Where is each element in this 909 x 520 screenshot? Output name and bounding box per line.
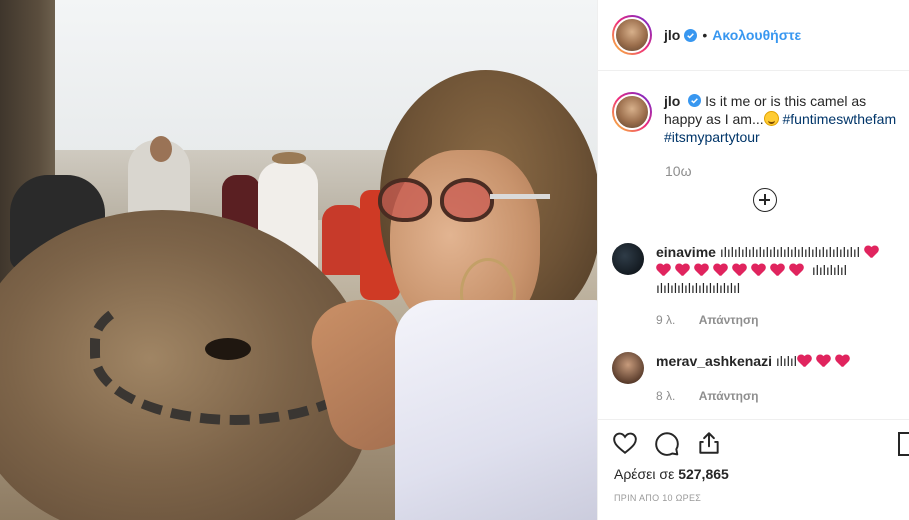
photo-sunglasses-lens [378, 178, 432, 222]
reply-button[interactable]: Απάντηση [699, 389, 759, 403]
post-photo[interactable] [0, 0, 597, 520]
caption-username[interactable]: jlo [664, 93, 680, 109]
action-buttons [612, 430, 722, 456]
comment-meta: 9 λ. Απάντηση [656, 311, 896, 329]
comment-time[interactable]: 9 λ. [656, 313, 675, 327]
follow-button[interactable]: Ακολουθήστε [712, 27, 801, 43]
separator-dot: • [702, 27, 708, 43]
photo-sunglasses [378, 178, 550, 228]
commenter-username[interactable]: einavime [656, 244, 716, 260]
author-avatar-image [614, 17, 650, 53]
comment-item: merav_ashkenazi ılılıl 8 λ. Απάντηση [612, 352, 908, 405]
heart-emoji-icon [751, 264, 766, 277]
comment-item: einavime ılılılılılılılılılılılılılılılı… [612, 243, 908, 329]
comment-body: merav_ashkenazi ılılıl 8 λ. Απάντηση [656, 352, 896, 405]
verified-badge-icon [684, 28, 698, 42]
likes-count: 527,865 [678, 466, 729, 482]
post-caption: jlo Is it me or is this camel as happy a… [612, 92, 908, 146]
post-side-panel: jlo • Ακολουθήστε jlo Is it me or is thi… [597, 0, 909, 520]
post-timestamp[interactable]: ΠΡΙΝ ΑΠΟ 10 ΩΡΕΣ [614, 493, 701, 503]
reply-button[interactable]: Απάντηση [699, 313, 759, 327]
heart-emoji-icon [770, 264, 785, 277]
commenter-username[interactable]: merav_ashkenazi [656, 353, 772, 369]
heart-emoji-icon [797, 355, 812, 368]
bookmark-icon[interactable] [898, 432, 909, 456]
heart-emoji-icon [694, 264, 709, 277]
verified-badge-icon [688, 94, 702, 107]
heart-icon[interactable] [612, 430, 638, 456]
heart-emoji-icon [816, 355, 831, 368]
comment-hearts [797, 353, 854, 369]
load-more-comments-icon[interactable] [753, 188, 777, 212]
photo-person-head [150, 136, 172, 162]
comment-text: ılılıl [775, 353, 797, 369]
heart-emoji-icon [713, 264, 728, 277]
heart-emoji-icon [675, 264, 690, 277]
heart-emoji-icon [789, 264, 804, 277]
comment-time[interactable]: 8 λ. [656, 389, 675, 403]
heart-emoji-icon [732, 264, 747, 277]
photo-person-background [128, 136, 190, 220]
heart-emoji-icon [864, 246, 879, 259]
caption-avatar[interactable] [612, 92, 652, 132]
share-icon[interactable] [696, 430, 722, 456]
author-username[interactable]: jlo [664, 27, 680, 43]
heart-emoji-icon [656, 264, 671, 277]
post-header: jlo • Ακολουθήστε [598, 0, 909, 71]
caption-text-block: jlo Is it me or is this camel as happy a… [664, 92, 904, 146]
photo-white-shirt [395, 300, 597, 520]
smile-emoji-icon [763, 111, 779, 126]
commenter-avatar[interactable] [612, 243, 644, 275]
comment-text: ılılılılılılılılılılılılılılılılılılılıl [719, 244, 860, 260]
likes-summary[interactable]: Αρέσει σε 527,865 [614, 466, 729, 482]
author-avatar[interactable] [612, 15, 652, 55]
heart-emoji-icon [835, 355, 850, 368]
photo-sunglasses-arm [490, 194, 550, 199]
photo-person-hat [272, 152, 306, 164]
comment-body: einavime ılılılılılılılılılılılılılılılı… [656, 243, 896, 329]
post-actions-section: Αρέσει σε 527,865 ΠΡΙΝ ΑΠΟ 10 ΩΡΕΣ [598, 419, 909, 520]
likes-label: Αρέσει σε [614, 466, 675, 482]
commenter-avatar[interactable] [612, 352, 644, 384]
hashtag-link[interactable]: #funtimeswthefam [783, 111, 897, 127]
comment-icon[interactable] [654, 430, 680, 456]
comment-meta: 8 λ. Απάντηση [656, 387, 896, 405]
hashtag-link[interactable]: #itsmypartytour [664, 129, 760, 145]
caption-timestamp[interactable]: 10ω [665, 163, 692, 179]
caption-avatar-image [614, 94, 650, 130]
photo-sunglasses-lens [440, 178, 494, 222]
